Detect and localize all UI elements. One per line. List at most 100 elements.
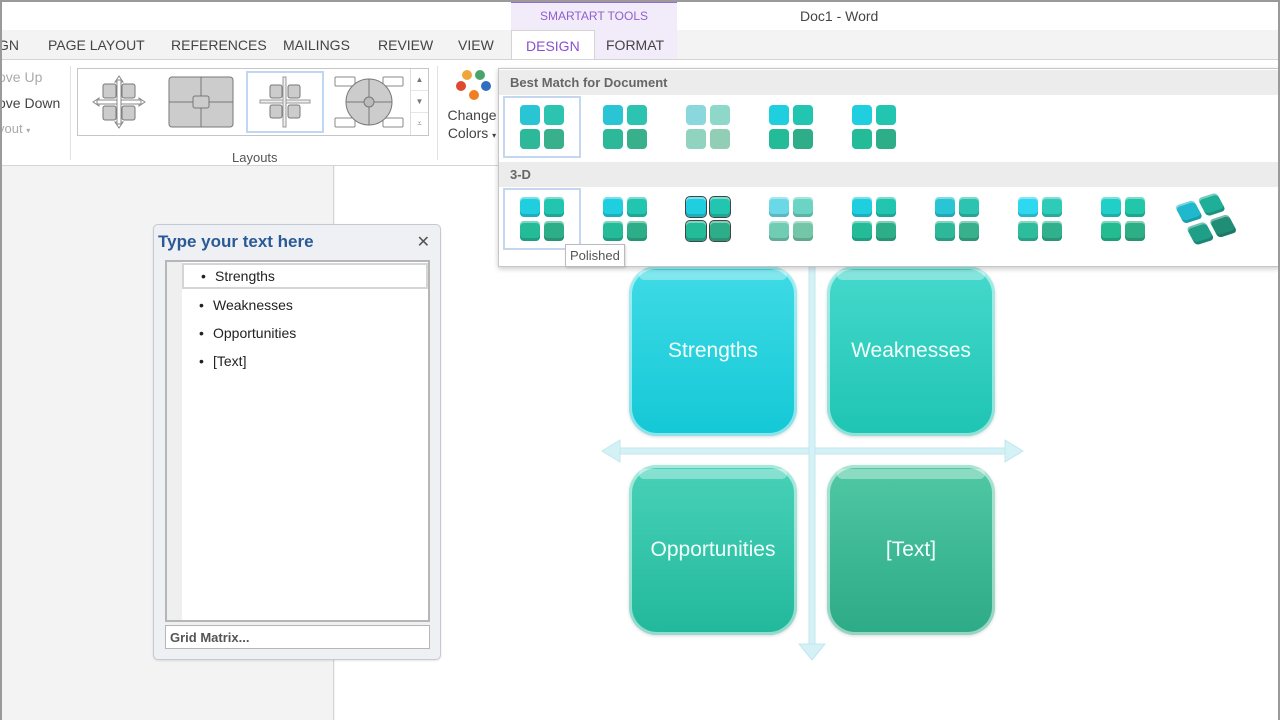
swatch-square [1101,221,1121,241]
palette-dot [481,81,491,91]
layout-circular-icon [334,76,404,128]
cell-label: Opportunities [650,538,776,561]
swatch-square [544,105,564,125]
tab-view[interactable]: VIEW [458,37,494,53]
text-pane-item[interactable]: • Strengths [182,263,428,289]
color-swatch-icon [685,196,731,242]
window-title: Doc1 - Word [800,8,879,24]
text-pane-item[interactable]: • Weaknesses [182,292,428,318]
palette-dot [462,70,472,80]
gallery-scrollbar: ▲ ▼ ⩡ [410,69,428,135]
layout-circular[interactable] [330,71,408,133]
gallery-more-button[interactable]: ⩡ [411,113,428,135]
swatch-square [685,220,707,242]
color-swatch-icon [603,105,647,149]
color-option-brick-scene[interactable] [835,188,913,250]
change-colors-button[interactable]: Change Colors ▾ [442,66,502,146]
layout-grid-matrix[interactable] [246,71,324,133]
change-colors-label-1: Change [447,107,497,123]
swatch-square [603,221,623,241]
swatch-square [1125,221,1145,241]
cell-label: Weaknesses [851,339,971,362]
text-pane-item[interactable]: • Opportunities [182,320,428,346]
swatch-square [1042,197,1062,217]
color-option-sunset-scene[interactable] [918,188,996,250]
layout-name-link[interactable]: Grid Matrix... [165,625,430,649]
color-option-flat[interactable] [503,96,581,158]
gallery-scroll-down-button[interactable]: ▼ [411,91,428,113]
swatch-square [1042,221,1062,241]
down-arrow-head [797,643,827,661]
change-colors-dropdown: Best Match for Document 3-D [498,68,1280,267]
color-option-gradient[interactable] [752,96,830,158]
text-pane-item[interactable]: • [Text] [182,348,428,374]
group-separator [437,66,438,160]
swatch-square [876,129,896,149]
smartart-grid-matrix[interactable]: Strengths Weaknesses Opportunities [Text… [600,262,1025,662]
color-option-cartoon[interactable] [669,188,747,250]
layout-cycle-matrix[interactable] [80,71,158,133]
smartart-cell-strengths[interactable]: Strengths [629,266,797,436]
swatch-square [852,105,872,125]
tab-mailings[interactable]: MAILINGS [283,37,350,53]
bullet-icon: • [199,297,204,313]
layout-grid-center[interactable] [162,71,240,133]
swatch-square [769,221,789,241]
bullet-icon: • [201,268,206,284]
text-pane-gutter [167,262,182,620]
swatch-square [1101,197,1121,217]
color-option-shadow[interactable] [835,96,913,158]
tab-smartart-format[interactable]: FORMAT [606,37,664,53]
color-swatch-icon [769,197,813,241]
dropdown-arrow-icon: ▾ [26,126,31,135]
section-header-3d: 3-D [499,162,1279,187]
color-option-muted[interactable] [669,96,747,158]
text-pane-list[interactable]: • Strengths • Weaknesses • Opportunities •[… [165,260,430,622]
vertical-axis [808,262,816,648]
tab-references[interactable]: REFERENCES [171,37,267,53]
gallery-scroll-up-button[interactable]: ▲ [411,69,428,91]
right-arrow-head [1004,439,1024,463]
move-up-button[interactable]: ove Up [0,69,42,85]
change-colors-label-2: Colors ▾ [447,125,497,141]
title-bar: SMARTART TOOLS Doc1 - Word [0,0,1280,59]
color-option-metallic[interactable] [1001,188,1079,250]
color-option-polished[interactable] [503,188,581,250]
swatch-square [1125,197,1145,217]
dropdown-arrow-icon: ▾ [492,131,497,140]
swatch-square [959,221,979,241]
cell-label: [Text] [885,538,937,561]
color-swatch-icon [603,197,647,241]
tab-design-home[interactable]: GN [0,37,19,53]
color-option-bevel[interactable] [1084,188,1162,250]
layout-grid-matrix-icon [259,76,311,128]
tooltip: Polished [565,244,625,267]
swatch-square [876,221,896,241]
tab-review[interactable]: REVIEW [378,37,433,53]
color-swatch-icon [769,105,813,149]
swatch-square [710,105,730,125]
color-option-isometric[interactable] [1167,188,1245,250]
bullet-icon: • [199,325,204,341]
smartart-cell-text[interactable]: [Text] [827,465,995,635]
swatch-square [852,129,872,149]
tab-smartart-design[interactable]: DESIGN [511,30,595,60]
palette-icon [452,68,492,102]
color-swatch-icon [520,105,564,149]
palette-dot [469,90,479,100]
section-header-best-match: Best Match for Document [499,70,1279,95]
swatch-square [603,105,623,125]
text-pane-title: Type your text here [158,232,314,251]
layout-button[interactable]: yout ▾ [0,121,30,136]
tab-page-layout[interactable]: PAGE LAYOUT [48,37,145,53]
color-option-flat-light[interactable] [586,96,664,158]
smartart-cell-opportunities[interactable]: Opportunities [629,465,797,635]
close-icon[interactable]: ✕ [417,232,430,252]
smartart-cell-weaknesses[interactable]: Weaknesses [827,266,995,436]
color-option-powder[interactable] [752,188,830,250]
swatch-square [520,129,540,149]
move-down-button[interactable]: ove Down [0,95,60,111]
swatch-square [603,197,623,217]
color-option-inset[interactable] [586,188,664,250]
swatch-square [793,197,813,217]
